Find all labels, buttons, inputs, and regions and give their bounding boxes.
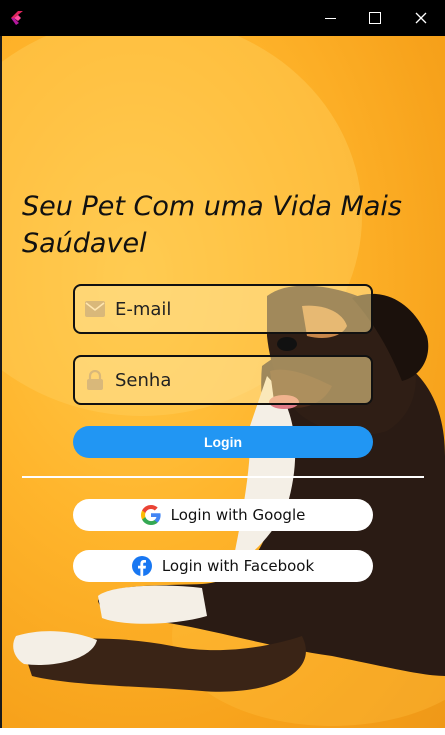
password-field[interactable] [73,355,373,405]
email-input[interactable] [115,298,345,320]
lock-icon [84,369,106,391]
window-titlebar [0,0,445,36]
google-icon [140,505,161,525]
mail-icon [84,298,106,320]
divider [22,476,424,478]
minimize-button[interactable] [307,0,353,36]
page-headline: Seu Pet Com uma Vida Mais Saúdavel [22,191,402,259]
flutter-logo-icon [11,11,23,25]
email-field[interactable] [73,284,373,334]
close-icon [415,12,427,24]
facebook-icon [131,556,152,576]
close-button[interactable] [398,0,444,36]
maximize-button[interactable] [352,0,398,36]
google-login-label: Login with Google [170,506,306,524]
window-bottom-edge [0,728,445,735]
facebook-login-button[interactable]: Login with Facebook [73,550,373,582]
facebook-login-label: Login with Facebook [161,557,315,575]
minimize-icon [324,17,336,19]
google-login-button[interactable]: Login with Google [73,499,373,531]
password-input[interactable] [115,369,345,391]
login-button[interactable]: Login [73,426,373,458]
maximize-icon [369,12,381,24]
